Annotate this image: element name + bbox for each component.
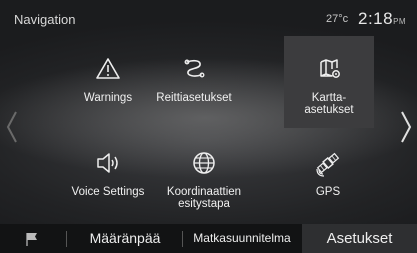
clock-suffix: PM <box>393 17 407 26</box>
tab-divider <box>66 231 67 247</box>
route-settings-button[interactable]: Reittiasetukset <box>149 36 239 128</box>
map-settings-button[interactable]: Kartta-asetukset <box>284 36 374 128</box>
tab-settings[interactable]: Asetukset <box>302 224 417 253</box>
coordinate-format-label: Koordinaattien esitystapa <box>149 186 259 210</box>
warning-triangle-icon <box>96 58 120 79</box>
tab-destination[interactable]: Määränpää <box>70 224 180 253</box>
header-bar: Navigation 27°c 2:18PM <box>0 0 417 36</box>
chevron-left-icon[interactable] <box>4 108 20 146</box>
map-settings-label-line2: asetukset <box>304 104 354 116</box>
clock: 2:18PM <box>358 9 406 29</box>
warnings-label: Warnings <box>83 92 133 104</box>
flag-button[interactable] <box>14 224 52 253</box>
chevron-right-icon[interactable] <box>398 108 414 146</box>
map-settings-label-line1: Kartta- <box>311 92 347 104</box>
temperature-readout: 27°c <box>326 13 349 25</box>
speaker-icon <box>97 153 118 173</box>
globe-icon <box>193 152 215 174</box>
satellite-icon <box>316 152 340 177</box>
map-settings-label: Kartta-asetukset <box>284 92 374 116</box>
gps-button[interactable]: GPS <box>283 130 373 222</box>
voice-settings-button[interactable]: Voice Settings <box>58 130 158 222</box>
bottom-tab-bar: Määränpää Matkasuunnitelma Asetukset <box>0 224 417 253</box>
tab-route-planner[interactable]: Matkasuunnitelma <box>183 224 301 253</box>
warnings-button[interactable]: Warnings <box>63 36 153 128</box>
route-settings-label: Reittiasetukset <box>156 92 232 104</box>
page-title: Navigation <box>14 12 76 27</box>
coordinate-format-button[interactable]: Koordinaattien esitystapa <box>149 130 259 222</box>
map-settings-icon <box>320 59 340 78</box>
nav-screen: Navigation 27°c 2:18PM Warnings Reittias… <box>0 0 417 253</box>
route-icon <box>184 59 205 78</box>
voice-settings-label: Voice Settings <box>71 186 145 198</box>
coordinate-format-label-line1: Koordinaattien <box>166 186 242 198</box>
coordinate-format-label-line2: esitystapa <box>178 198 230 210</box>
gps-label: GPS <box>315 186 341 198</box>
clock-time: 2:18 <box>358 9 394 28</box>
flag-icon <box>26 233 37 246</box>
